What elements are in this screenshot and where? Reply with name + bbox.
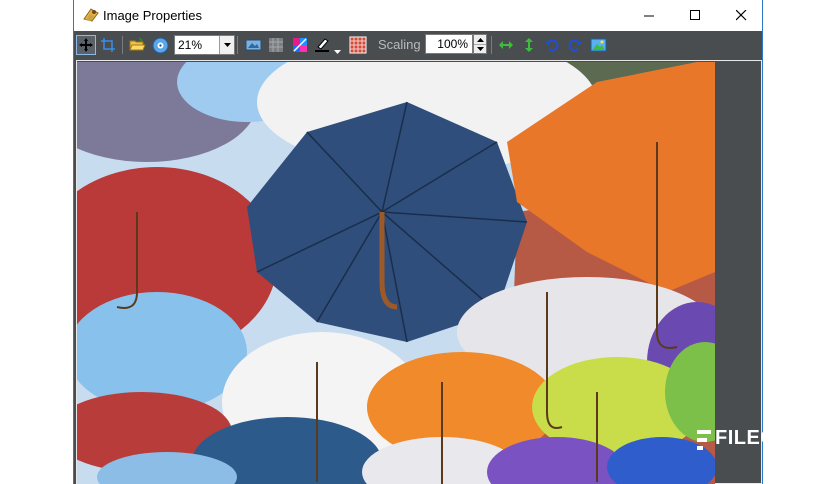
chevron-up-icon [476,37,484,42]
crop-tool-button[interactable] [98,35,118,55]
color-picker-icon [293,38,307,52]
scaling-value: 100% [437,37,468,51]
brush-color-button[interactable] [312,35,332,55]
grid-overlay-icon [269,38,283,52]
texture-pattern-button[interactable] [348,35,368,55]
landscape-image-icon [590,38,606,52]
save-disk-icon [152,37,168,53]
rotate-right-icon [568,39,582,52]
rotate-right-button[interactable] [565,35,585,55]
spin-down-button[interactable] [474,44,486,53]
umbrellas-photo [77,62,715,484]
move-tool-button[interactable] [76,35,96,55]
chevron-down-icon [223,43,231,47]
flip-vertical-icon [525,38,533,52]
scaling-input[interactable]: 100% [425,34,473,54]
flip-horizontal-icon [499,41,513,49]
app-logo-icon [83,8,99,22]
fit-to-window-button[interactable] [243,35,263,55]
color-picker-button[interactable] [290,35,310,55]
zoom-value: 21% [178,38,203,52]
image-info-button[interactable] [588,35,608,55]
chevron-down-icon [476,46,484,51]
flip-vertical-button[interactable] [519,35,539,55]
grid-overlay-button[interactable] [266,35,286,55]
image-properties-window: Image Properties 21% Scaling 100% [73,0,763,484]
toolbar-separator [122,36,123,54]
image-preview[interactable] [77,62,715,484]
brush-dropdown-arrow[interactable] [334,42,341,60]
minimize-icon [643,15,654,17]
close-button[interactable] [718,0,764,31]
desktop-left [0,0,73,484]
watermark-domain: .com [765,447,785,457]
move-tool-icon [79,38,93,52]
fit-to-window-icon [245,39,261,51]
flip-horizontal-button[interactable] [496,35,516,55]
scaling-label: Scaling [378,37,421,52]
crop-tool-icon [101,38,115,52]
toolbar-separator [237,36,238,54]
save-button[interactable] [150,35,170,55]
filecr-logo-icon [697,430,711,450]
scaling-spinner[interactable] [473,34,487,54]
zoom-select[interactable]: 21% [174,35,235,55]
window-title: Image Properties [103,8,202,23]
desktop-right [764,0,836,484]
chevron-down-icon [334,50,341,54]
title-bar: Image Properties [74,0,762,31]
minimize-button[interactable] [626,0,672,31]
open-folder-icon [128,37,146,51]
texture-pattern-icon [349,36,367,54]
close-icon [735,10,746,21]
zoom-dropdown-button[interactable] [219,36,234,54]
maximize-icon [689,10,700,20]
brush-color-icon [315,38,329,52]
filecr-watermark: FILECR .com [695,425,795,457]
rotate-left-icon [545,39,559,52]
toolbar-separator [491,36,492,54]
open-button[interactable] [127,35,147,55]
maximize-button[interactable] [672,0,718,31]
rotate-left-button[interactable] [542,35,562,55]
